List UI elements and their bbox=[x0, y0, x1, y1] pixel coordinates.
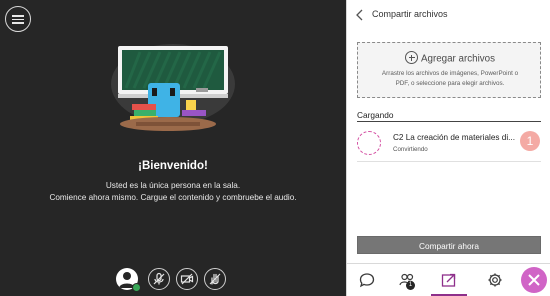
chevron-left-icon[interactable] bbox=[355, 9, 365, 21]
welcome-message-line1: Usted es la única persona en la sala. bbox=[105, 181, 241, 190]
file-list-item[interactable]: C2 La creación de materiales di... Convi… bbox=[357, 126, 541, 160]
chat-bubble-icon bbox=[359, 273, 375, 288]
close-icon[interactable] bbox=[521, 267, 547, 293]
share-files-panel: Compartir archivos Agregar archivos Arra… bbox=[346, 0, 550, 296]
file-drop-zone[interactable]: Agregar archivos Arrastre los archivos d… bbox=[357, 42, 541, 98]
raise-hand-icon[interactable] bbox=[204, 268, 226, 290]
panel-header: Compartir archivos bbox=[347, 0, 550, 30]
tab-settings[interactable] bbox=[477, 264, 513, 296]
upload-help-line2: PDF, o seleccione para elegir archivos. bbox=[395, 80, 505, 87]
welcome-message-line2: Comience ahora mismo. Cargue el contenid… bbox=[49, 193, 297, 202]
classroom-illustration bbox=[111, 44, 235, 131]
loading-spinner-icon bbox=[357, 131, 381, 155]
tab-attendees[interactable]: 1 bbox=[389, 264, 425, 296]
plus-circle-icon bbox=[404, 51, 418, 65]
file-divider bbox=[357, 161, 541, 162]
section-divider bbox=[357, 121, 541, 122]
upload-help-line1: Arrastre los archivos de imágenes, Power… bbox=[381, 70, 519, 77]
gear-icon bbox=[488, 273, 502, 287]
uploading-section-label: Cargando bbox=[357, 110, 394, 120]
online-status-icon bbox=[132, 283, 141, 292]
tab-share-content[interactable] bbox=[431, 264, 467, 296]
main-stage: ¡Bienvenido! Usted es la única persona e… bbox=[0, 0, 346, 296]
file-name: C2 La creación de materiales di... bbox=[393, 133, 515, 142]
camera-off-icon[interactable] bbox=[176, 268, 198, 290]
session-controls bbox=[116, 268, 236, 292]
panel-title: Compartir archivos bbox=[372, 9, 448, 19]
tab-chat[interactable] bbox=[349, 264, 385, 296]
share-now-button[interactable]: Compartir ahora bbox=[357, 236, 541, 254]
add-files-label: Agregar archivos bbox=[420, 53, 496, 65]
file-status: Convirtiendo bbox=[393, 146, 428, 153]
welcome-title: ¡Bienvenido! bbox=[138, 160, 208, 172]
panel-tab-bar: 1 bbox=[347, 263, 550, 296]
step-number-badge: 1 bbox=[520, 131, 540, 151]
microphone-muted-icon[interactable] bbox=[148, 268, 170, 290]
hamburger-menu-icon[interactable] bbox=[5, 6, 31, 32]
add-files-button[interactable]: Agregar archivos bbox=[358, 50, 542, 66]
share-content-icon bbox=[441, 273, 456, 287]
attendee-count-badge: 1 bbox=[406, 281, 415, 290]
